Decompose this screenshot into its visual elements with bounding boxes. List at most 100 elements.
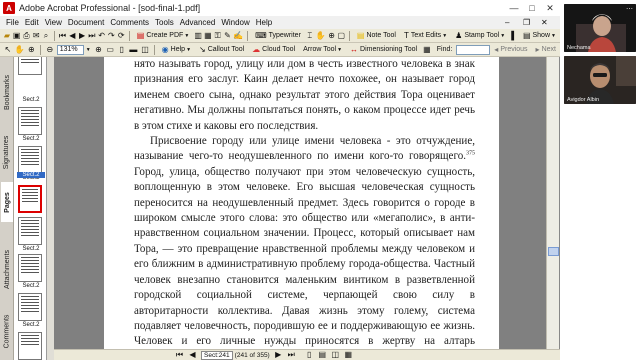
tab-comments[interactable]: Comments [1, 307, 13, 355]
title-bar: A Adobe Acrobat Professional - [sod-fina… [0, 0, 560, 16]
doc-close-button[interactable]: ✕ [541, 18, 548, 27]
menu-document[interactable]: Document [65, 18, 107, 27]
combine-icon[interactable]: ▥ [194, 30, 202, 41]
page-thumbnail[interactable] [18, 57, 42, 75]
chevron-down-icon: ▼ [442, 32, 448, 39]
callout-tool-button[interactable]: ↘ Callout Tool [197, 44, 246, 56]
close-button[interactable]: ✕ [541, 0, 559, 16]
find-input[interactable] [456, 44, 491, 55]
menu-tools[interactable]: Tools [152, 18, 177, 27]
page-thumbnail[interactable] [18, 293, 42, 321]
page-thumbnail[interactable] [18, 107, 42, 135]
next-page-icon[interactable]: ▶ [78, 30, 86, 41]
hand-tool-icon[interactable]: ✋ [15, 44, 25, 55]
first-page-icon[interactable]: ⏮ [59, 30, 67, 41]
previous-page-icon[interactable]: ◀ [187, 350, 198, 360]
tab-bookmarks[interactable]: Bookmarks [1, 67, 13, 117]
maximize-button[interactable]: □ [523, 0, 541, 16]
pointer-icon[interactable]: ↖ [3, 44, 13, 55]
tab-attachments[interactable]: Attachments [1, 242, 13, 297]
last-page-icon[interactable]: ⏭ [88, 30, 96, 41]
navigation-tabs: Bookmarks Signatures Pages Attachments C… [0, 57, 14, 360]
email-icon[interactable]: ✉ [32, 30, 40, 41]
arrow-tool-button[interactable]: Arrow Tool ▼ [301, 44, 344, 56]
previous-page-icon[interactable]: ◀ [68, 30, 76, 41]
snapshot-icon[interactable]: ▢ [337, 30, 346, 41]
participant-2-name: Avigdor Albin [567, 97, 600, 103]
export-icon[interactable]: ▦ [204, 30, 212, 41]
highlight-icon[interactable]: ▌ [510, 30, 518, 41]
facing-icon[interactable]: ◫ [330, 350, 341, 360]
next-page-icon[interactable]: ▶ [273, 350, 284, 360]
page-thumbnail[interactable] [18, 332, 42, 360]
zoom-out-icon[interactable]: ⊖ [45, 44, 55, 55]
review-icon[interactable]: ✍ [233, 30, 243, 41]
minimize-button[interactable]: — [505, 0, 523, 16]
save-icon[interactable]: ▣ [13, 30, 21, 41]
cloud-tool-button[interactable]: ☁ Cloud Tool [250, 44, 297, 56]
stamp-tool-button[interactable]: ♟ Stamp Tool ▼ [453, 30, 507, 42]
open-icon[interactable]: ▰ [3, 30, 11, 41]
hand-icon[interactable]: ✋ [316, 30, 326, 41]
menu-edit[interactable]: Edit [22, 18, 42, 27]
back-icon[interactable]: ↶ [98, 30, 106, 41]
participant-1-name: Nechama [567, 45, 591, 51]
doc-restore-button[interactable]: ❐ [523, 18, 530, 27]
page-thumbnail[interactable] [18, 146, 42, 174]
note-tool-button[interactable]: ▤ Note Tool [355, 30, 398, 42]
secure-icon[interactable]: ⚿ [214, 30, 222, 41]
scrollbar-thumb[interactable] [548, 247, 559, 256]
menu-help[interactable]: Help [253, 18, 275, 27]
create-pdf-button[interactable]: ▤ Create PDF ▼ [135, 30, 191, 42]
measure-icon[interactable]: ▦ [422, 44, 432, 55]
find-previous-button[interactable]: ◂ Previous [492, 44, 529, 56]
text-edits-button[interactable]: T Text Edits ▼ [402, 30, 449, 42]
menu-comments[interactable]: Comments [107, 18, 152, 27]
fit-page-icon[interactable]: ▯ [117, 44, 127, 55]
thumbnail-scrollbar[interactable] [47, 57, 54, 360]
menu-view[interactable]: View [42, 18, 65, 27]
page-thumbnail-selected[interactable] [18, 185, 42, 213]
participant-tile-1[interactable]: Nechama ⋯ [564, 4, 636, 52]
dimensioning-tool-button[interactable]: ↔ Dimensioning Tool [348, 44, 419, 56]
doc-minimize-button[interactable]: – [505, 18, 509, 27]
tab-signatures[interactable]: Signatures [1, 127, 13, 177]
page-thumbnail[interactable] [18, 217, 42, 245]
find-next-button[interactable]: ▸ Next [534, 44, 558, 56]
zoom-icon[interactable]: ⊕ [328, 30, 336, 41]
acrobat-window: A Adobe Acrobat Professional - [sod-fina… [0, 0, 560, 360]
tab-pages[interactable]: Pages [1, 182, 13, 222]
vertical-scrollbar[interactable] [546, 57, 559, 349]
continuous-icon[interactable]: ▤ [317, 350, 328, 360]
toolbar-separator [349, 30, 350, 41]
zoom-dropdown-icon[interactable]: ▼ [86, 47, 91, 53]
zoom-plus-icon[interactable]: ⊕ [94, 44, 104, 55]
menu-advanced[interactable]: Advanced [177, 18, 219, 27]
help-button[interactable]: ◉ Help ▼ [160, 44, 193, 56]
more-options-icon[interactable]: ⋯ [626, 5, 633, 13]
participant-tile-2[interactable]: Avigdor Albin [564, 56, 636, 104]
zoom-in-icon[interactable]: ⊕ [27, 44, 37, 55]
print-icon[interactable]: ⎙ [23, 30, 31, 41]
rotate-icon[interactable]: ⟳ [117, 30, 125, 41]
select-icon[interactable]: ⌶ [306, 30, 314, 41]
page-thumbnail[interactable] [18, 254, 42, 282]
single-page-icon[interactable]: ▯ [304, 350, 315, 360]
search-icon[interactable]: ⌕ [42, 30, 50, 41]
menu-file[interactable]: File [0, 18, 22, 27]
reflow-icon[interactable]: ◫ [140, 44, 150, 55]
continuous-facing-icon[interactable]: ▦ [343, 350, 354, 360]
first-page-icon[interactable]: ⏮ [174, 350, 185, 360]
forward-icon[interactable]: ↷ [108, 30, 116, 41]
screen: A Adobe Acrobat Professional - [sod-fina… [0, 0, 640, 360]
chevron-down-icon: ▼ [551, 32, 556, 39]
fit-width-icon[interactable]: ▬ [129, 44, 139, 55]
zoom-field[interactable]: 131% [56, 44, 84, 55]
page-number-field[interactable]: Sect:241 [201, 350, 233, 360]
menu-window[interactable]: Window [218, 18, 252, 27]
actual-size-icon[interactable]: ▭ [105, 44, 115, 55]
sign-icon[interactable]: ✎ [224, 30, 232, 41]
typewriter-button[interactable]: ⌨ Typewriter [253, 30, 303, 42]
show-button[interactable]: ▤ Show ▼ [521, 30, 558, 42]
last-page-icon[interactable]: ⏭ [286, 350, 297, 360]
